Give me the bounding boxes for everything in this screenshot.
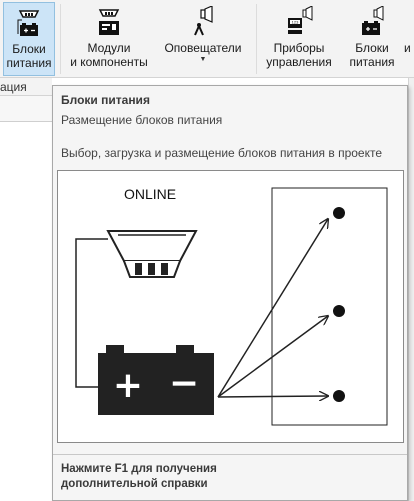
tooltip-title: Блоки питания — [61, 93, 150, 107]
group-label-strip: ация — [0, 78, 52, 96]
control-devices-button[interactable]: 123 Приборы управления — [262, 2, 336, 76]
siren-icon — [194, 6, 213, 36]
power-supply-icon — [362, 6, 384, 35]
power-supply-icon — [17, 10, 40, 36]
control-devices-label-1: Приборы — [273, 41, 325, 55]
power-supply-button-label-1: Блоки — [12, 42, 46, 56]
diagram-online-label: ONLINE — [124, 186, 176, 202]
output-dot — [333, 207, 345, 219]
group-label: ация — [0, 80, 27, 94]
alerts-button-label: Оповещатели — [164, 41, 242, 55]
help-line-1: Нажмите F1 для получения — [61, 463, 217, 475]
svg-text:123: 123 — [292, 20, 299, 25]
output-dot — [333, 390, 345, 402]
tooltip-illustration: ONLINE + − — [57, 170, 404, 443]
power-supply-diagram: ONLINE + − — [75, 186, 388, 426]
battery-plus-sign: + — [113, 365, 143, 406]
right-panel-area — [408, 78, 414, 501]
control-devices-label-2: управления — [266, 55, 332, 69]
output-dot — [333, 305, 345, 317]
power-supply-2-label-2: питания — [349, 55, 395, 69]
modules-button-label-1: Модули — [87, 41, 131, 55]
power-supply-button-2[interactable]: Блоки питания — [342, 2, 402, 76]
more-button-label: и — [404, 41, 411, 55]
more-button[interactable]: и — [404, 2, 414, 76]
arrow-line — [217, 396, 328, 397]
tooltip-subtitle: Размещение блоков питания — [61, 113, 223, 127]
power-supply-button-label-2: питания — [6, 56, 52, 70]
control-device-icon: 123 — [288, 6, 313, 34]
left-panel-area — [0, 96, 52, 122]
ribbon-separator — [256, 4, 257, 74]
power-supply-2-label-1: Блоки — [355, 41, 389, 55]
ribbon-tooltip: Блоки питания Размещение блоков питания … — [52, 85, 408, 501]
ribbon-separator — [60, 4, 61, 74]
alerts-dropdown-button[interactable]: Оповещатели ▼ — [160, 2, 246, 76]
tooltip-description: Выбор, загрузка и размещение блоков пита… — [61, 146, 383, 160]
chevron-down-icon: ▼ — [199, 56, 207, 63]
ribbon-toolbar: Блоки питания Модули и компоненты Оповещ… — [0, 0, 414, 78]
arrow-line — [217, 316, 328, 398]
modules-button[interactable]: Модули и компоненты — [64, 2, 154, 76]
modules-button-label-2: и компоненты — [70, 55, 148, 69]
power-supply-button[interactable]: Блоки питания — [3, 2, 55, 76]
help-line-2: дополнительной справки — [61, 478, 208, 490]
tooltip-help-text: Нажмите F1 для получения дополнительной … — [61, 462, 217, 492]
device-panel-frame — [271, 187, 388, 426]
battery-minus-sign: − — [169, 363, 199, 404]
tooltip-divider — [53, 454, 407, 455]
arrow-line — [217, 219, 328, 398]
module-icon — [98, 9, 120, 35]
